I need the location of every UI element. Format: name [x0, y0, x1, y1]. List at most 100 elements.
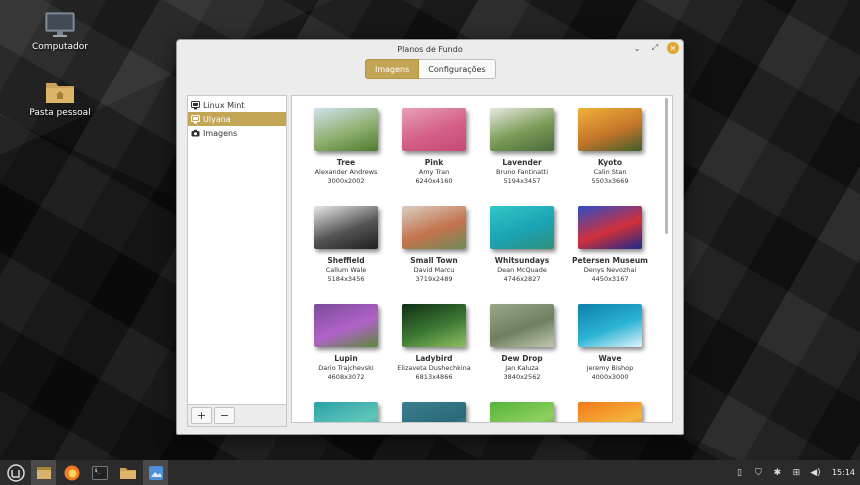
wallpaper-tile[interactable]: Petersen Museum Denys Nevozhai 4450x3167	[566, 206, 654, 304]
wallpaper-author: Alexander Andrews	[314, 168, 378, 176]
backgrounds-window: Planos de Fundo ⌄ ⤢ ✕ Imagens Configuraç…	[176, 39, 684, 435]
wallpaper-tile[interactable]: Dew Drop Jan Kaluza 3840x2562	[478, 304, 566, 402]
clipboard-icon[interactable]: ▯	[734, 467, 745, 478]
tab-bar: Imagens Configurações	[365, 59, 496, 79]
wallpaper-resolution: 6240x4160	[415, 177, 453, 185]
wallpaper-thumbnail[interactable]	[490, 304, 554, 347]
bluetooth-icon[interactable]: ✱	[772, 467, 783, 478]
taskbar-button[interactable]	[143, 460, 168, 485]
close-button[interactable]: ✕	[667, 42, 679, 54]
sidebar-item-label: Linux Mint	[203, 100, 245, 110]
wallpaper-thumbnail[interactable]	[578, 206, 642, 249]
scrollbar[interactable]	[665, 98, 668, 234]
wallpaper-resolution: 4450x3167	[591, 275, 629, 283]
sidebar-item[interactable]: Linux Mint	[188, 98, 286, 112]
wallpaper-name: Petersen Museum	[572, 256, 648, 265]
wallpaper-tile[interactable]: Lupin Dario Trajchevski 4608x3072	[302, 304, 390, 402]
wallpaper-thumbnail[interactable]	[490, 206, 554, 249]
svg-text:$_: $_	[94, 468, 101, 474]
wallpaper-thumbnail[interactable]	[490, 402, 554, 422]
wallpaper-resolution: 6813x4866	[415, 373, 453, 381]
wallpaper-author: Jeremy Bishop	[586, 364, 634, 372]
maximize-button[interactable]: ⤢	[649, 42, 661, 54]
wallpaper-tile[interactable]: Whitsundays Dean McQuade 4746x2827	[478, 206, 566, 304]
wallpaper-tile[interactable]	[390, 402, 478, 422]
sidebar-item[interactable]: Imagens	[188, 126, 286, 140]
wallpaper-resolution: 4746x2827	[503, 275, 541, 283]
desktop-icon-computer[interactable]: Computador	[20, 12, 100, 52]
wallpaper-tile[interactable]	[566, 402, 654, 422]
wallpaper-resolution: 3840x2562	[503, 373, 541, 381]
wallpaper-tile[interactable]: Tree Alexander Andrews 3000x2002	[302, 108, 390, 206]
remove-folder-button[interactable]: −	[214, 407, 235, 424]
wallpaper-author: Jan Kaluza	[505, 364, 539, 372]
wallpaper-settings-icon	[147, 464, 165, 482]
wallpaper-tile[interactable]: Pink Amy Tran 6240x4160	[390, 108, 478, 206]
wallpaper-name: Tree	[336, 158, 356, 167]
taskbar-button[interactable]: $_	[87, 460, 112, 485]
wallpaper-name: Pink	[424, 158, 444, 167]
taskbar-button[interactable]	[59, 460, 84, 485]
wallpaper-name: Lupin	[334, 354, 358, 363]
wallpaper-author: Dario Trajchevski	[318, 364, 374, 372]
sidebar-item[interactable]: Ulyana	[188, 112, 286, 126]
wallpaper-thumbnail[interactable]	[578, 402, 642, 422]
wallpaper-thumbnail[interactable]	[314, 402, 378, 422]
monitor-icon	[45, 12, 75, 37]
taskbar-button[interactable]	[31, 460, 56, 485]
window-title: Planos de Fundo	[397, 44, 463, 54]
tab-images[interactable]: Imagens	[365, 59, 420, 79]
wallpaper-tile[interactable]: Small Town David Marcu 3719x2489	[390, 206, 478, 304]
mint-menu-icon	[6, 463, 25, 482]
desktop-icon-label: Pasta pessoal	[29, 108, 91, 118]
volume-icon[interactable]: ◀)	[810, 467, 821, 478]
wallpaper-thumbnail[interactable]	[490, 108, 554, 151]
wallpaper-thumbnail[interactable]	[578, 304, 642, 347]
wallpaper-tile[interactable]: Lavender Bruno Fantinatti 5194x3457	[478, 108, 566, 206]
wallpaper-author: David Marcu	[413, 266, 455, 274]
taskbar: $_ ▯ ⛉ ✱ ⊞ ◀) 15:14	[0, 460, 860, 485]
taskbar-button[interactable]	[115, 460, 140, 485]
wallpaper-thumbnail[interactable]	[314, 108, 378, 151]
add-folder-button[interactable]: +	[191, 407, 212, 424]
minimize-button[interactable]: ⌄	[631, 42, 643, 54]
wallpaper-author: Dean McQuade	[497, 266, 547, 274]
wallpaper-thumbnail[interactable]	[578, 108, 642, 151]
taskbar-button[interactable]	[3, 460, 28, 485]
wallpaper-tile[interactable]	[302, 402, 390, 422]
monitor-small-icon	[191, 100, 200, 110]
wallpaper-thumbnail[interactable]	[314, 304, 378, 347]
network-icon[interactable]: ⊞	[791, 467, 802, 478]
terminal-icon: $_	[91, 464, 109, 482]
wallpaper-tile[interactable]: Ladybird Elizaveta Dushechkina 6813x4866	[390, 304, 478, 402]
wallpaper-author: Bruno Fantinatti	[495, 168, 549, 176]
desktop-icon-home[interactable]: Pasta pessoal	[20, 78, 100, 118]
wallpaper-author: Calin Stan	[593, 168, 627, 176]
tab-settings[interactable]: Configurações	[419, 59, 496, 79]
wallpaper-thumbnail[interactable]	[402, 108, 466, 151]
wallpaper-tile[interactable]: Sheffield Callum Wale 5184x3456	[302, 206, 390, 304]
window-controls: ⌄ ⤢ ✕	[631, 42, 679, 54]
camera-icon	[191, 129, 200, 138]
monitor-small-icon	[191, 114, 200, 124]
wallpaper-resolution: 4608x3072	[327, 373, 365, 381]
wallpaper-name: Sheffield	[327, 256, 365, 265]
titlebar[interactable]: Planos de Fundo ⌄ ⤢ ✕	[177, 40, 683, 58]
wallpaper-name: Whitsundays	[494, 256, 550, 265]
wallpaper-resolution: 4000x3000	[591, 373, 629, 381]
shield-icon[interactable]: ⛉	[753, 467, 764, 478]
wallpaper-resolution: 3719x2489	[415, 275, 453, 283]
sidebar-item-label: Imagens	[203, 128, 238, 138]
wallpaper-author: Callum Wale	[325, 266, 367, 274]
wallpaper-thumbnail[interactable]	[402, 206, 466, 249]
sidebar-footer: + −	[188, 404, 286, 426]
wallpaper-author: Denys Nevozhai	[583, 266, 637, 274]
clock[interactable]: 15:14	[832, 468, 855, 477]
wallpaper-thumbnail[interactable]	[402, 402, 466, 422]
wallpaper-tile[interactable]	[478, 402, 566, 422]
wallpaper-author: Elizaveta Dushechkina	[397, 364, 471, 372]
wallpaper-thumbnail[interactable]	[314, 206, 378, 249]
wallpaper-tile[interactable]: Wave Jeremy Bishop 4000x3000	[566, 304, 654, 402]
wallpaper-thumbnail[interactable]	[402, 304, 466, 347]
wallpaper-tile[interactable]: Kyoto Calin Stan 5503x3669	[566, 108, 654, 206]
